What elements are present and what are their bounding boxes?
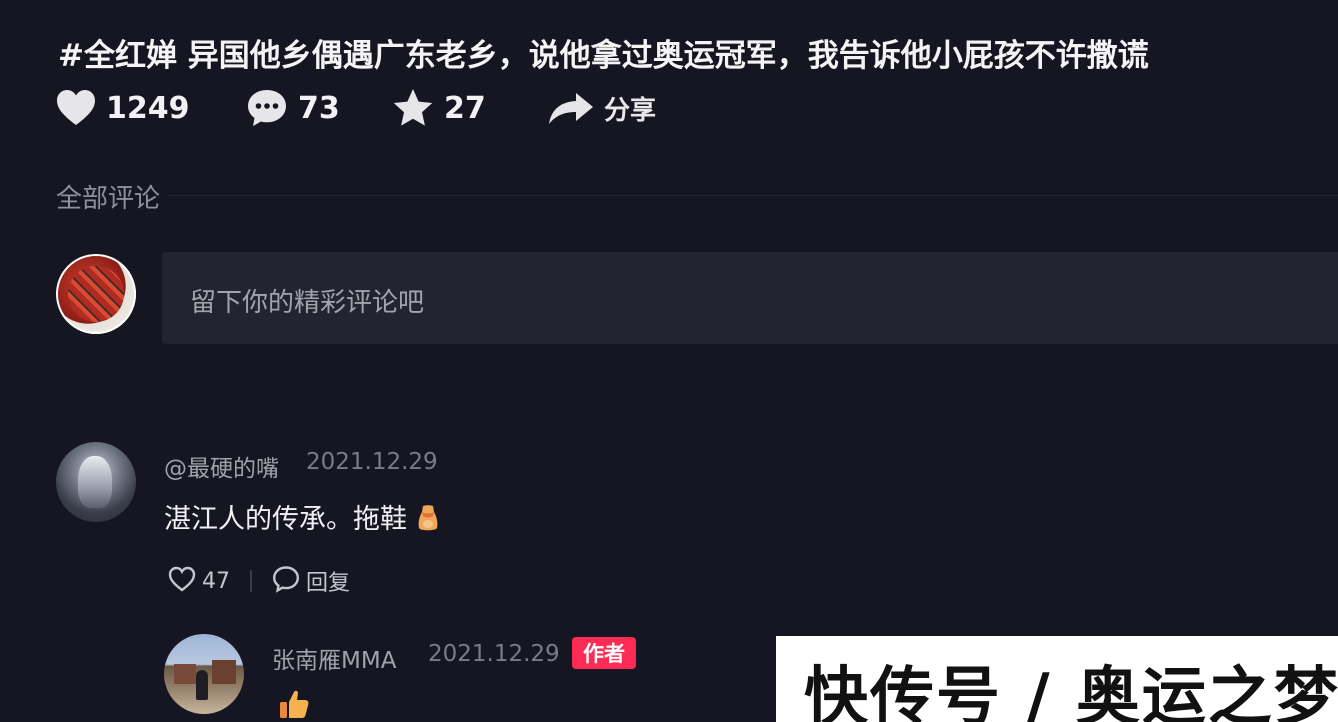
share-arrow-icon bbox=[548, 91, 594, 125]
comment-like-button[interactable]: 47 bbox=[168, 566, 230, 596]
stats-bar: 1249 73 27 分享 bbox=[56, 84, 656, 132]
reply-button[interactable]: 回复 bbox=[272, 565, 350, 597]
post-title: #全红婵 异国他乡偶遇广东老乡，说他拿过奥运冠军，我告诉他小屁孩不许撒谎 bbox=[58, 38, 1149, 74]
reply-date: 2021.12.29 bbox=[428, 641, 560, 667]
thumbs-up-emoji-icon bbox=[278, 688, 310, 722]
watermark: 快传号 / 奥运之梦 bbox=[776, 636, 1338, 722]
comment-actions: 47 回复 bbox=[168, 566, 350, 596]
comments-section-label: 全部评论 bbox=[56, 184, 161, 214]
favorite-button[interactable]: 27 bbox=[392, 88, 496, 128]
reply-label: 回复 bbox=[306, 571, 351, 596]
commenter-avatar[interactable] bbox=[56, 442, 136, 522]
section-divider bbox=[168, 195, 1338, 196]
comment-body: 湛江人的传承。拖鞋 bbox=[164, 504, 407, 535]
heart-outline-icon bbox=[168, 566, 196, 596]
comment-button[interactable]: 73 bbox=[246, 88, 350, 128]
slipper-emoji-icon bbox=[417, 504, 439, 539]
comment-like-count: 47 bbox=[202, 568, 230, 594]
author-badge: 作者 bbox=[572, 637, 636, 669]
share-button[interactable]: 分享 bbox=[548, 90, 656, 127]
share-label: 分享 bbox=[604, 95, 657, 126]
avatar-image bbox=[68, 266, 124, 322]
comment-input-placeholder: 留下你的精彩评论吧 bbox=[190, 288, 425, 318]
favorite-count: 27 bbox=[444, 90, 486, 126]
watermark-text: 快传号 / 奥运之梦 bbox=[804, 661, 1338, 722]
commenter-username[interactable]: @最硬的嘴 bbox=[164, 449, 279, 483]
avatar-image bbox=[78, 456, 112, 508]
avatar-image bbox=[174, 664, 196, 684]
like-count: 1249 bbox=[106, 90, 190, 126]
avatar-image-detail bbox=[212, 660, 236, 684]
comment-input[interactable]: 留下你的精彩评论吧 bbox=[162, 252, 1338, 344]
star-icon bbox=[392, 88, 434, 128]
action-separator bbox=[250, 570, 252, 592]
comment-text: 湛江人的传承。拖鞋 bbox=[164, 497, 439, 539]
like-button[interactable]: 1249 bbox=[56, 89, 202, 127]
avatar-figure bbox=[196, 670, 208, 700]
current-user-avatar[interactable] bbox=[56, 254, 136, 334]
author-username[interactable]: 张南雁MMA bbox=[272, 641, 396, 675]
reply-bubble-icon bbox=[272, 565, 300, 597]
heart-icon bbox=[56, 89, 96, 127]
comment-count: 73 bbox=[298, 90, 340, 126]
author-avatar[interactable] bbox=[164, 634, 244, 714]
comment-bubble-icon bbox=[246, 88, 288, 128]
comment-date: 2021.12.29 bbox=[306, 449, 438, 475]
